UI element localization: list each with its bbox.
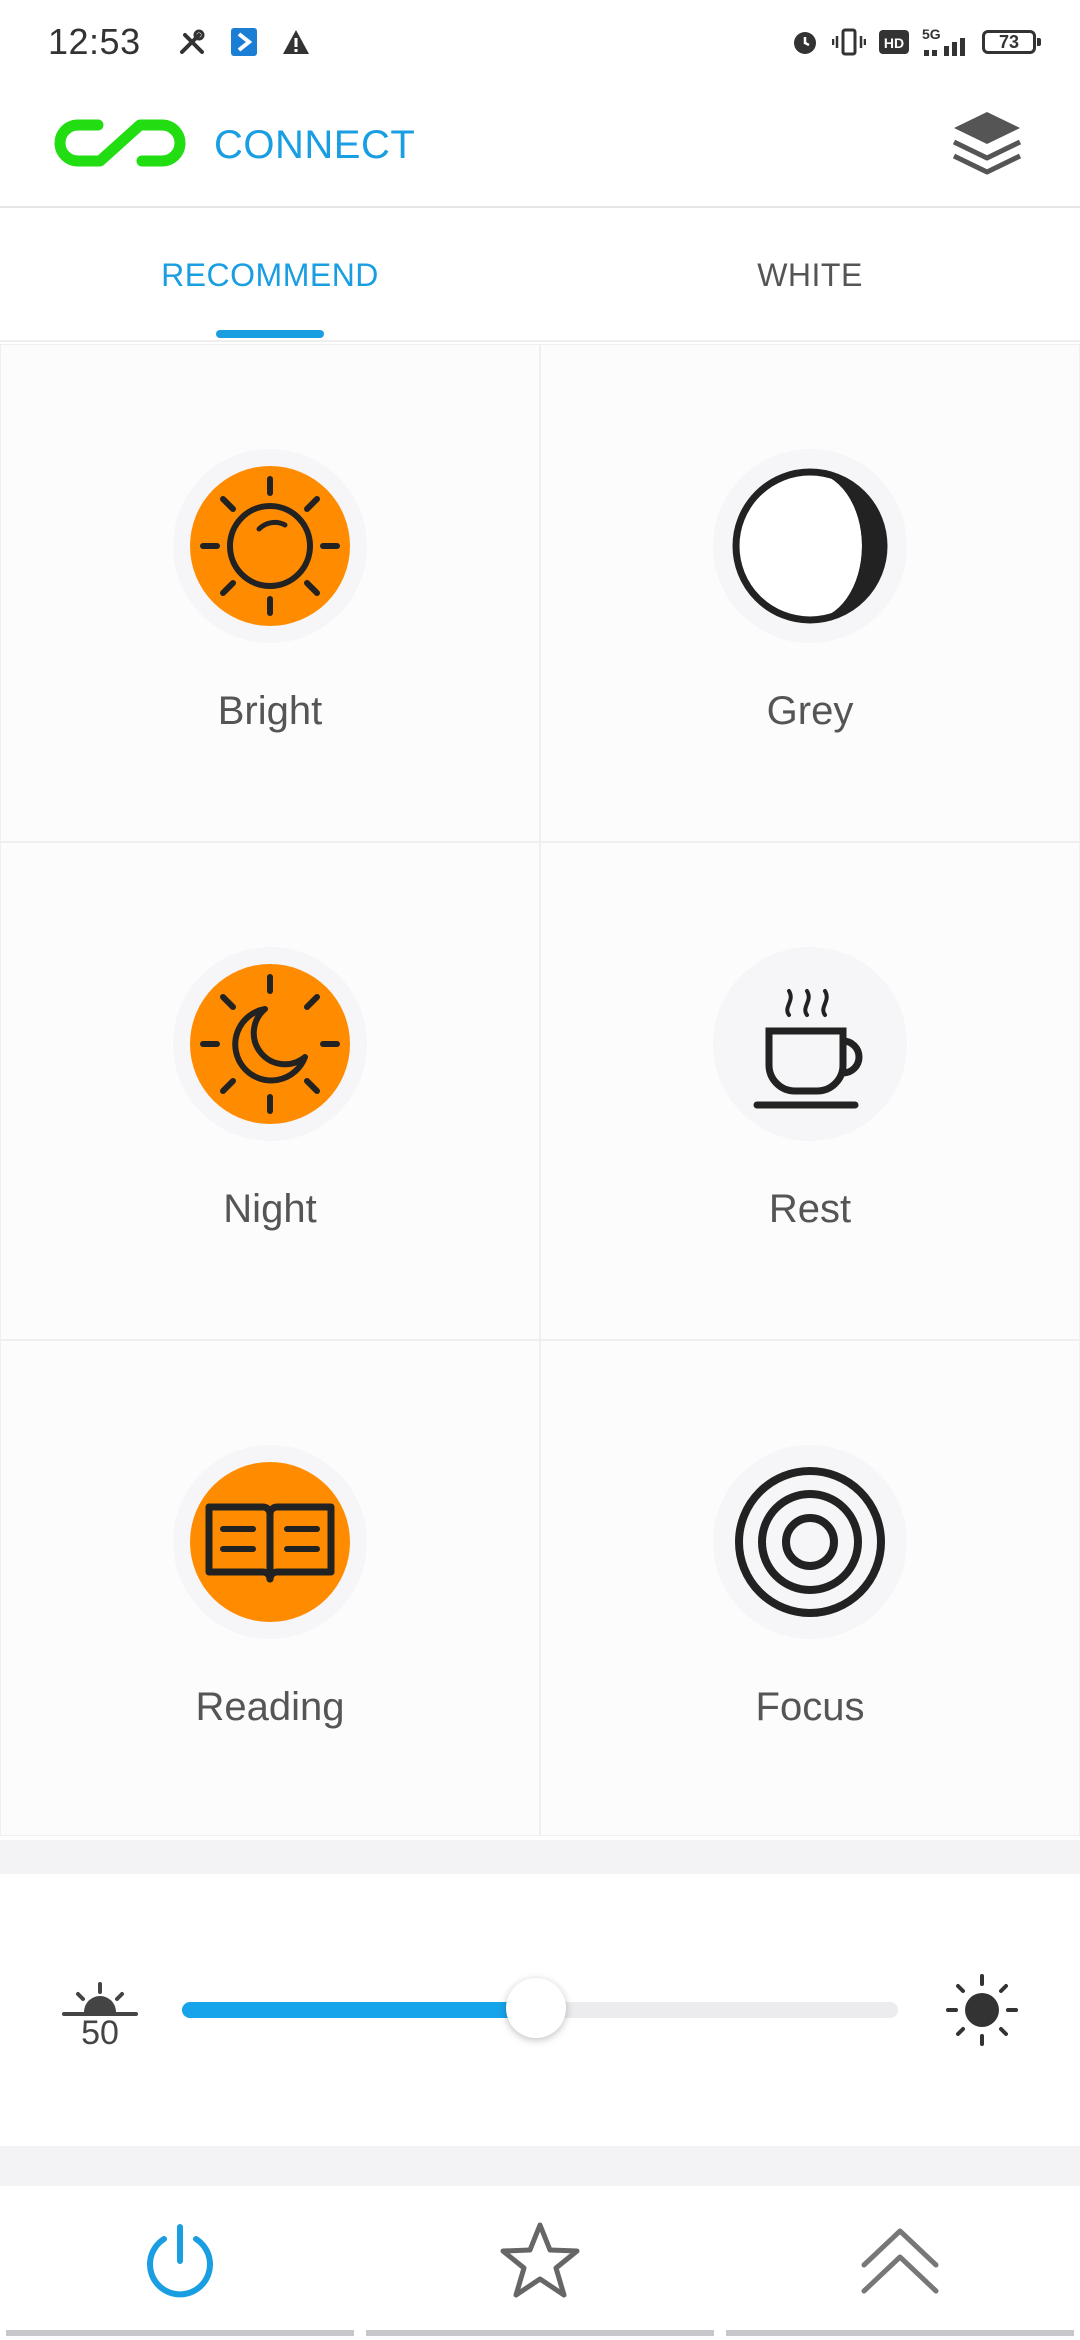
scene-bright[interactable]: Bright xyxy=(0,344,540,842)
moon-sun-icon xyxy=(173,947,367,1141)
sun-icon xyxy=(173,449,367,643)
brand-label: CONNECT xyxy=(214,122,416,167)
hd-label: HD xyxy=(884,35,904,51)
mode-tabs: RECOMMEND WHITE xyxy=(0,210,1080,342)
nav-favorites-underline xyxy=(366,2330,714,2336)
double-chevron-up-icon xyxy=(858,2221,942,2306)
status-bar: 12:53 HD 5G 73 xyxy=(0,0,1080,84)
scene-focus-label: Focus xyxy=(755,1685,865,1729)
scene-reading[interactable]: Reading xyxy=(0,1340,540,1836)
active-tab-indicator xyxy=(216,330,324,338)
battery-indicator: 73 xyxy=(982,30,1041,54)
alarm-icon xyxy=(790,27,820,57)
tab-white[interactable]: WHITE xyxy=(540,210,1080,340)
coffee-cup-icon xyxy=(713,947,907,1141)
signal-icon: 5G xyxy=(922,26,970,58)
network-label: 5G xyxy=(922,26,941,42)
tab-recommend-label: RECOMMEND xyxy=(161,256,379,293)
brightness-slider-fill xyxy=(182,2002,536,2018)
warning-icon xyxy=(281,28,311,56)
scene-reading-label: Reading xyxy=(195,1685,345,1729)
scene-night[interactable]: Night xyxy=(0,842,540,1340)
scene-night-label: Night xyxy=(223,1187,317,1231)
power-icon xyxy=(140,2221,220,2306)
tab-recommend[interactable]: RECOMMEND xyxy=(0,210,540,340)
scene-grid: Bright Grey Night Rest Reading Focus xyxy=(0,344,1080,1836)
scene-grey[interactable]: Grey xyxy=(540,344,1080,842)
tab-white-label: WHITE xyxy=(757,256,863,293)
link-icon xyxy=(50,111,190,180)
brightness-slider-thumb[interactable] xyxy=(506,1978,566,2038)
star-icon xyxy=(498,2221,582,2306)
hd-icon: HD xyxy=(878,28,910,56)
nav-power-underline xyxy=(6,2330,354,2336)
brightness-value: 50 xyxy=(81,2014,119,2052)
bottom-nav xyxy=(0,2186,1080,2340)
nav-expand-button[interactable] xyxy=(720,2186,1080,2340)
scene-grey-label: Grey xyxy=(766,689,854,733)
status-left: 12:53 xyxy=(48,21,311,63)
brightness-slider[interactable] xyxy=(182,1978,898,2038)
brightness-control: 50 xyxy=(0,1874,1080,2146)
half-moon-icon xyxy=(713,449,907,643)
section-divider xyxy=(0,1840,1080,1874)
section-divider-bottom xyxy=(0,2146,1080,2186)
target-icon xyxy=(713,1445,907,1639)
status-right: HD 5G 73 xyxy=(790,26,1041,58)
scene-rest-label: Rest xyxy=(768,1187,852,1231)
nav-favorites-button[interactable] xyxy=(360,2186,720,2340)
bright-sun-icon xyxy=(946,1974,1018,2046)
connect-button[interactable]: CONNECT xyxy=(50,111,415,180)
scene-bright-label: Bright xyxy=(217,689,323,733)
scene-focus[interactable]: Focus xyxy=(540,1340,1080,1836)
tools-icon xyxy=(177,27,207,57)
vibrate-icon xyxy=(832,27,866,57)
nav-expand-underline xyxy=(726,2330,1074,2336)
nav-power-button[interactable] xyxy=(0,2186,360,2340)
app-header: CONNECT xyxy=(0,84,1080,208)
status-time: 12:53 xyxy=(48,21,141,62)
app-notification-icon xyxy=(229,26,259,58)
book-icon xyxy=(173,1445,367,1639)
scene-rest[interactable]: Rest xyxy=(540,842,1080,1340)
layers-icon[interactable] xyxy=(950,108,1024,183)
